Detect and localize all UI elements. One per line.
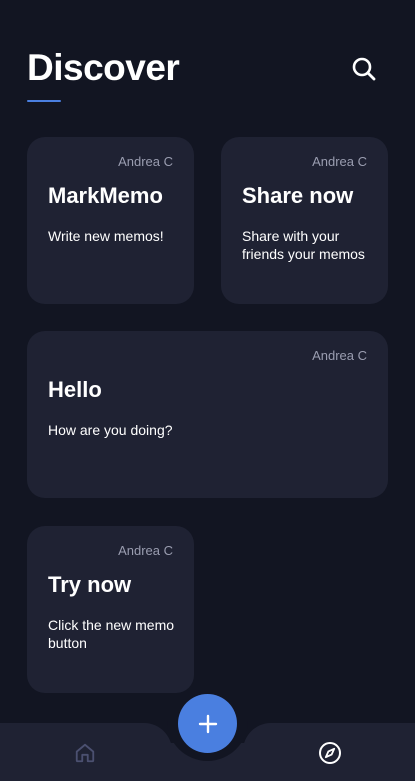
card-title: MarkMemo: [48, 183, 163, 208]
page-title: Discover: [27, 47, 180, 88]
card-author: Andrea C: [312, 348, 367, 363]
card-title: Share now: [242, 183, 354, 208]
search-button[interactable]: [349, 54, 379, 84]
memo-card[interactable]: Andrea C MarkMemo Write new memos!: [27, 137, 194, 304]
card-author: Andrea C: [312, 154, 367, 169]
nav-home-button[interactable]: [72, 740, 98, 766]
card-author: Andrea C: [118, 543, 173, 558]
home-icon: [75, 743, 95, 763]
header: Discover: [27, 44, 387, 104]
memo-card[interactable]: Andrea C Share now Share with your frien…: [221, 137, 388, 304]
card-body: Click the new memo button: [48, 617, 175, 651]
card-title: Try now: [48, 572, 132, 597]
new-memo-button[interactable]: [178, 694, 237, 753]
card-title: Hello: [48, 377, 102, 402]
card-author: Andrea C: [118, 154, 173, 169]
card-body: Write new memos!: [48, 228, 164, 244]
nav-discover-button[interactable]: [317, 740, 343, 766]
compass-icon: [319, 742, 341, 764]
card-body: How are you doing?: [48, 422, 173, 438]
title-underline: [27, 100, 61, 102]
memo-card[interactable]: Andrea C Hello How are you doing?: [27, 331, 388, 498]
search-icon: [352, 57, 376, 81]
card-body: Share with your friends your memos: [242, 228, 365, 262]
memo-card[interactable]: Andrea C Try now Click the new memo butt…: [27, 526, 194, 693]
plus-icon: [198, 714, 217, 733]
